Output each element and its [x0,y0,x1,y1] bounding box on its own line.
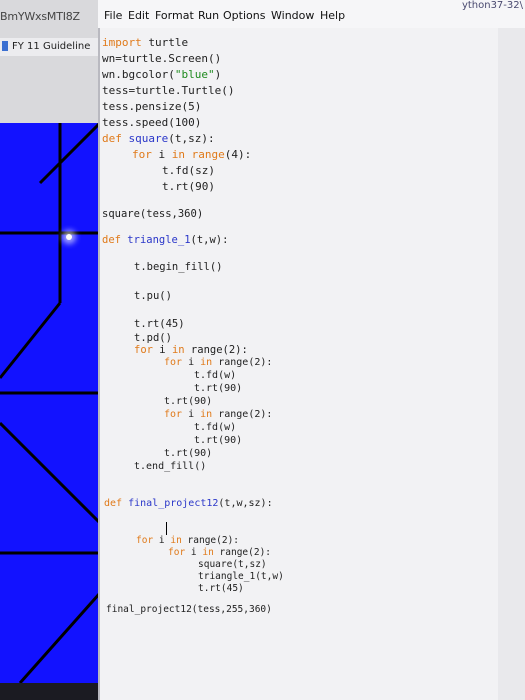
menu-run[interactable]: Run [198,9,219,22]
text-cursor [166,522,167,535]
code-line: final_project12(tess,255,360) [106,604,272,615]
code-line: square(t,sz) [198,559,267,570]
menu-options[interactable]: Options [223,9,265,22]
document-tab-label: FY 11 Guideline [12,41,91,52]
code-line: triangle_1(t,w) [198,571,284,582]
code-line: for i in range(2): [164,409,273,420]
window-title-fragment: ython37-32\ [461,0,523,11]
code-editor[interactable]: import turtle wn=turtle.Screen() wn.bgco… [98,28,498,700]
code-line: t.rt(45) [134,318,185,330]
code-line: tess.pensize(5) [102,100,202,113]
turtle-drawing [0,123,100,683]
code-line: wn=turtle.Screen() [102,52,222,65]
code-line: tess=turtle.Turtle() [102,84,235,97]
code-line: for i in range(2): [164,357,273,368]
document-icon [2,41,8,51]
code-line: t.fd(w) [194,422,237,433]
code-line: t.rt(90) [194,383,243,394]
code-line: import turtle [102,36,189,49]
code-line: t.rt(90) [164,448,213,459]
code-line: for i in range(2): [134,344,248,356]
code-line: t.rt(90) [164,396,213,407]
code-line: wn.bgcolor("blue") [102,68,222,81]
code-line: t.end_fill() [134,461,207,472]
taskbar-strip [0,683,100,700]
code-line: tess.speed(100) [102,116,202,129]
window-title: BmYWxsMTI8Z [0,10,80,23]
menu-help[interactable]: Help [320,9,345,22]
menu-format[interactable]: Format [155,9,194,22]
code-line: def square(t,sz): [102,132,215,145]
code-line: def final_project12(t,w,sz): [104,498,273,509]
document-tab[interactable]: FY 11 Guideline [0,38,100,56]
code-line: for i in range(2): [168,547,272,558]
code-line: def triangle_1(t,w): [102,234,229,246]
menu-edit[interactable]: Edit [128,9,149,22]
code-line: for i in range(2): [136,535,240,546]
turtle-window: BmYWxsMTI8Z FY 11 Guideline [0,0,100,700]
code-line: t.rt(90) [194,435,243,446]
code-line: square(tess,360) [102,208,204,220]
code-line: t.rt(90) [162,180,215,193]
menu-file[interactable]: File [104,9,122,22]
menu-window[interactable]: Window [271,9,314,22]
glare-spot [66,234,72,240]
code-line: t.pd() [134,332,172,344]
code-line: t.rt(45) [198,583,244,594]
code-line: t.fd(w) [194,370,237,381]
turtle-canvas [0,123,100,683]
menubar: File Edit Format Run Options Window Help… [98,0,525,28]
code-line: for i in range(4): [132,148,252,161]
code-line: t.fd(sz) [162,164,215,177]
editor-margin [498,28,525,700]
code-line: t.pu() [134,290,172,302]
code-line: t.begin_fill() [134,261,223,273]
